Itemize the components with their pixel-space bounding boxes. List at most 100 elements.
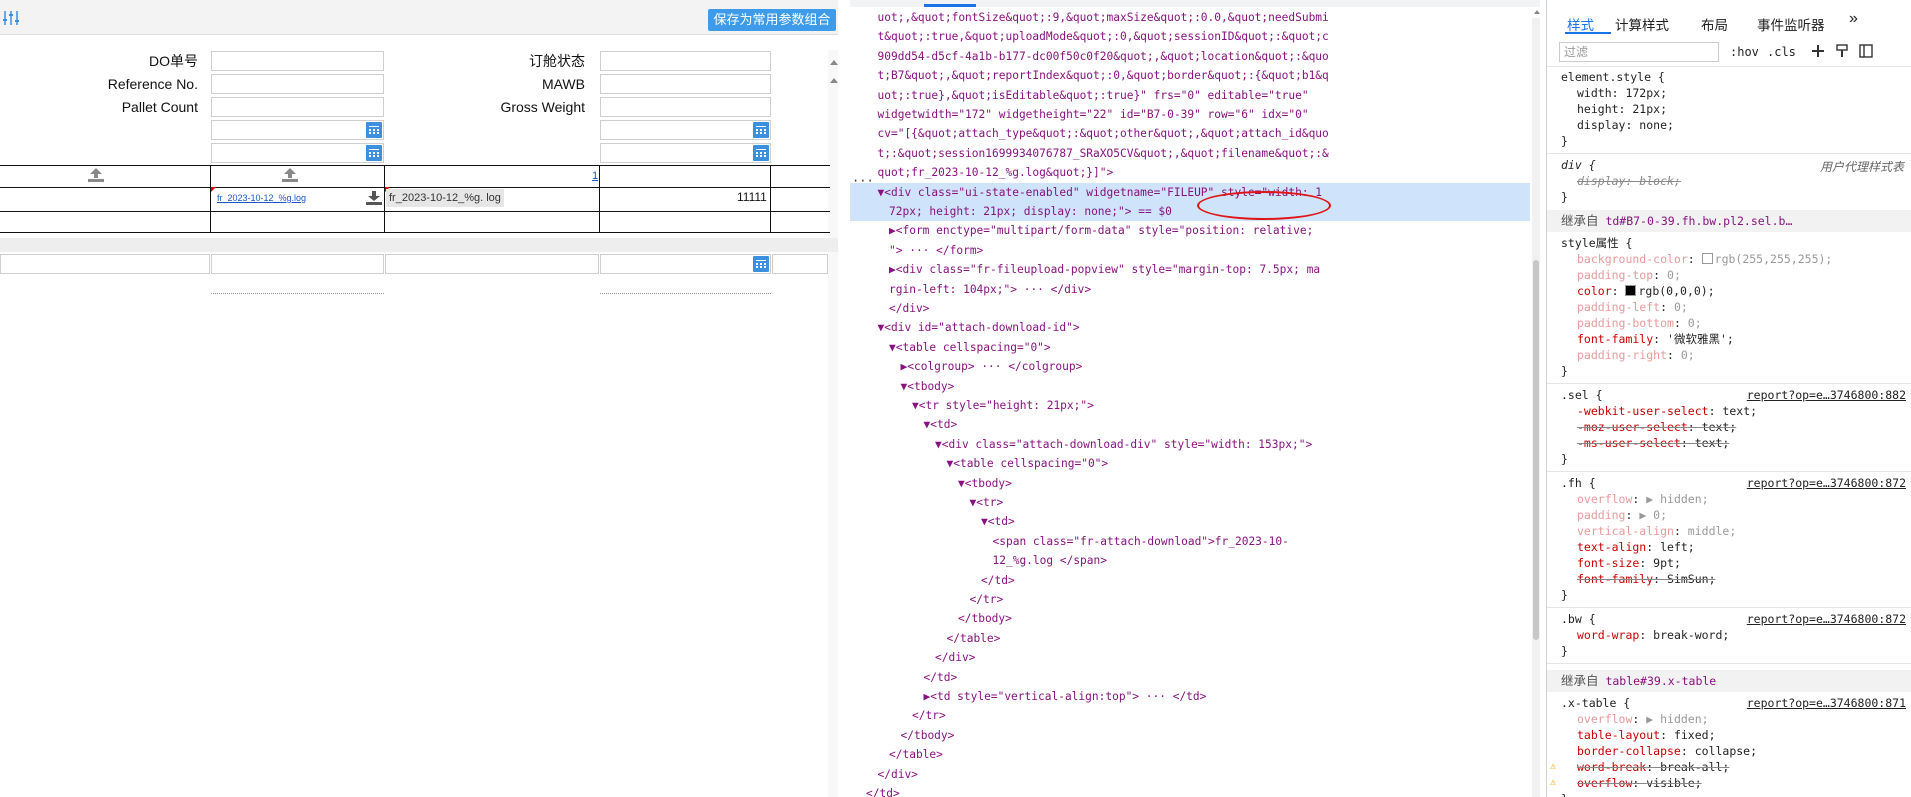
css-value[interactable]: ▶ hidden; [1646,492,1708,506]
dom-node-line[interactable]: <span class="fr-attach-download">fr_2023… [993,532,1289,551]
css-value[interactable]: text; [1702,420,1737,434]
color-swatch-icon[interactable] [1625,285,1637,296]
date-input[interactable] [600,120,771,140]
css-value[interactable]: ▶ hidden; [1646,712,1708,726]
calendar-icon[interactable] [366,145,382,161]
css-value[interactable]: break-word; [1653,628,1729,642]
more-options-icon[interactable]: ··· [852,174,874,188]
dom-node-line[interactable]: ▼<tr> [970,493,1004,512]
css-value[interactable]: break-all; [1660,760,1729,774]
css-value[interactable]: collapse; [1695,744,1757,758]
css-value[interactable]: text; [1722,404,1757,418]
css-declaration[interactable]: padding-right: 0; [1577,348,1695,363]
add-rule-icon[interactable] [1811,44,1825,58]
dom-node-line[interactable]: </tr> [912,706,946,725]
sidebar-toggle-icon[interactable] [1859,44,1873,58]
css-property[interactable]: font-family [1577,332,1653,346]
css-declaration[interactable]: padding: ▶ 0; [1577,508,1667,523]
css-property[interactable]: background-color [1577,252,1688,266]
css-declaration[interactable]: overflow: visible; [1577,776,1702,791]
tab-styles[interactable]: 样式 [1567,14,1594,34]
css-value[interactable]: rgb(255,255,255); [1715,252,1833,266]
css-value[interactable]: 0; [1667,268,1681,282]
css-property[interactable]: -ms-user-select [1577,436,1681,450]
dom-node-line[interactable]: ▼<table cellspacing="0"> [889,338,1051,357]
calendar-icon[interactable] [366,122,382,138]
page-number-link[interactable]: 1 [592,170,598,182]
css-declaration[interactable]: overflow: ▶ hidden; [1577,712,1709,727]
scroll-up-icon[interactable] [1534,10,1540,14]
css-value[interactable]: '微软雅黑'; [1667,332,1734,346]
upload-icon[interactable] [87,168,105,182]
css-property[interactable]: -moz-user-select [1577,420,1688,434]
css-value[interactable]: SimSun; [1667,572,1715,586]
css-property[interactable]: padding-bottom [1577,316,1674,330]
gross-weight-input[interactable] [600,97,771,117]
rule-close-brace[interactable]: } [1561,644,1568,659]
css-value[interactable]: 0; [1688,316,1702,330]
dom-node-line[interactable]: t;:&quot;session1699934076787_SRaXO5CV&q… [878,144,1329,163]
css-value[interactable]: text; [1695,436,1730,450]
css-property[interactable]: padding-top [1577,268,1653,282]
rule-close-brace[interactable]: } [1561,792,1568,797]
dom-node-line[interactable]: </tr> [970,590,1004,609]
dom-node-line[interactable]: widgetwidth="172" widgetheight="22" id="… [878,105,1309,124]
rule-selector[interactable]: style属性 { [1561,236,1632,251]
stylesheet-source-link[interactable]: report?op=e…3746800:882 [1747,388,1906,403]
css-declaration[interactable]: display: block; [1577,174,1681,189]
dom-node-line[interactable]: </tbody> [958,609,1012,628]
attachment-file-link[interactable]: fr_2023-10-12_%g.log [217,193,306,203]
date-input[interactable] [211,120,384,140]
css-property[interactable]: font-family [1577,572,1653,586]
css-declaration[interactable]: border-collapse: collapse; [1577,744,1757,759]
css-declaration[interactable]: font-family: '微软雅黑'; [1577,332,1734,347]
css-property[interactable]: color [1577,284,1612,298]
dom-node-line[interactable]: </td> [924,668,958,687]
dom-node-line[interactable]: cv="[{&quot;attach_type&quot;:&quot;othe… [878,124,1329,143]
css-property[interactable]: text-align [1577,540,1646,554]
date-input[interactable] [600,143,771,163]
row-input[interactable] [0,254,210,274]
scroll-thumb[interactable] [1533,260,1539,640]
booking-status-input[interactable] [600,51,771,71]
more-tabs-icon[interactable]: » [1849,10,1858,28]
tab-layout[interactable]: 布局 [1701,14,1728,34]
css-declaration[interactable]: width: 172px; [1577,86,1667,101]
css-declaration[interactable]: table-layout: fixed; [1577,728,1716,743]
report-scrollbar[interactable] [828,50,838,797]
css-value[interactable]: visible; [1646,776,1701,790]
rule-selector[interactable]: .x-table { [1561,696,1630,711]
row-input[interactable] [385,254,599,274]
dom-node-line[interactable]: ▼<tbody> [958,474,1012,493]
css-declaration[interactable]: -ms-user-select: text; [1577,436,1729,451]
css-property[interactable]: word-break [1577,760,1646,774]
dom-node-line[interactable]: ▼<tr style="height: 21px;"> [912,396,1094,415]
css-declaration[interactable]: text-align: left; [1577,540,1695,555]
dom-node-line[interactable]: ▼<div id="attach-download-id"> [878,318,1080,337]
save-param-combo-button[interactable]: 保存为常用参数组合 [708,9,836,31]
dom-node-line[interactable]: </div> [935,648,975,667]
dom-node-line[interactable]: ▼<tbody> [901,377,955,396]
dom-node-line[interactable]: t&quot;:true,&quot;uploadMode&quot;:0,&q… [878,27,1329,46]
css-property[interactable]: font-size [1577,556,1639,570]
download-icon[interactable] [366,191,382,205]
rule-selector[interactable]: .sel { [1561,388,1603,403]
date-input[interactable] [211,143,384,163]
css-value[interactable]: middle; [1688,524,1736,538]
css-value[interactable]: 9pt; [1653,556,1681,570]
dom-node-line[interactable]: 72px; height: 21px; display: none;"> == … [850,202,1530,221]
dom-node-line[interactable]: ▼<td> [981,512,1015,531]
css-value[interactable]: fixed; [1674,728,1716,742]
stylesheet-source-link[interactable]: report?op=e…3746800:872 [1747,612,1906,627]
css-property[interactable]: overflow [1577,712,1632,726]
css-declaration[interactable]: font-size: 9pt; [1577,556,1681,571]
dom-node-line[interactable]: 909dd54-d5cf-4a1b-b177-dc00f50c0f20&quot… [878,47,1329,66]
rule-close-brace[interactable]: } [1561,364,1568,379]
dom-node-line[interactable]: </tbody> [901,726,955,745]
elements-scrollbar[interactable] [1532,18,1540,797]
css-declaration[interactable]: padding-bottom: 0; [1577,316,1702,331]
row-input[interactable] [772,254,828,274]
dom-node-line[interactable]: ▼<td> [924,415,958,434]
dom-node-line[interactable]: </td> [866,784,900,797]
upload-icon[interactable] [281,168,299,182]
